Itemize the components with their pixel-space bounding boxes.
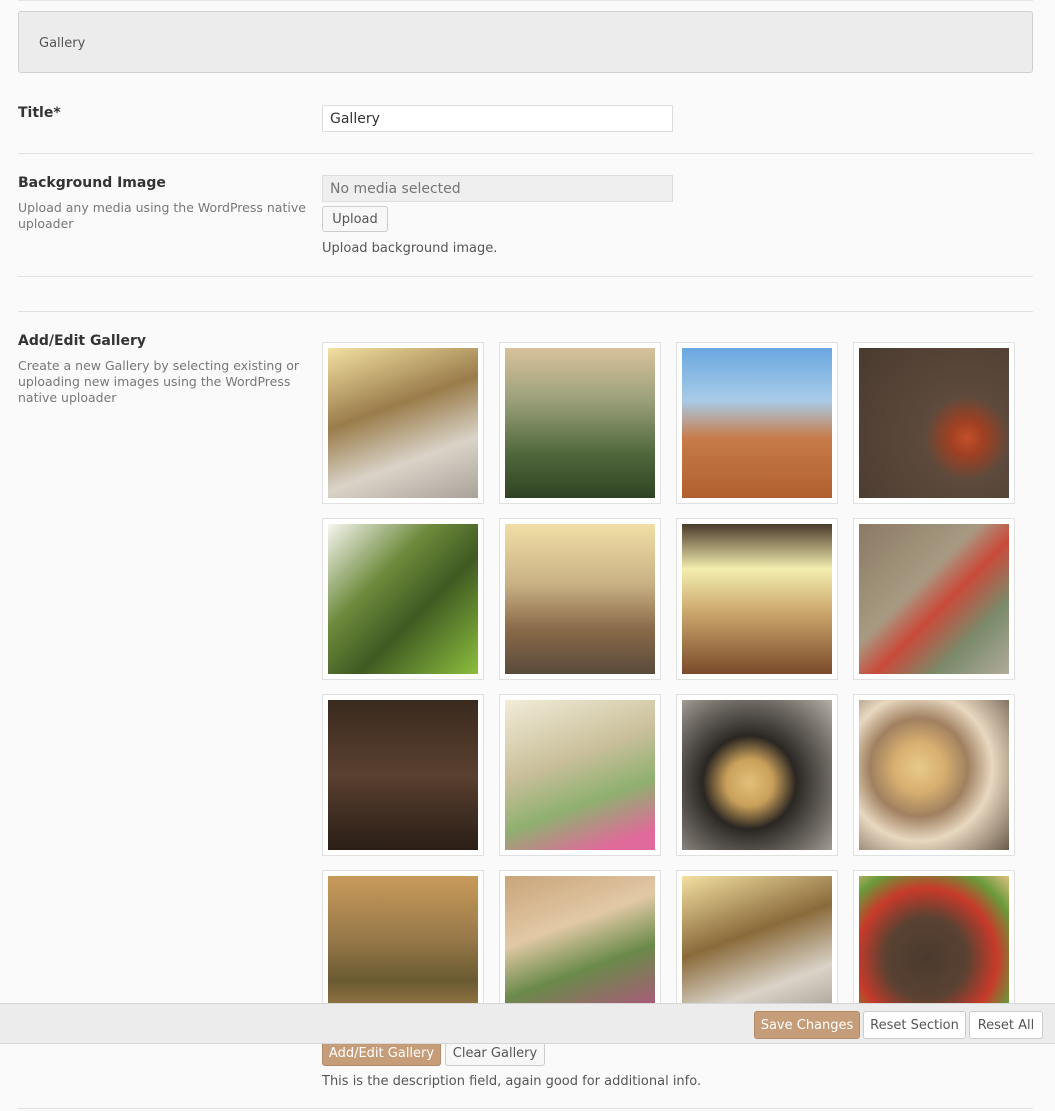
divider (18, 1108, 1033, 1109)
ponte-vecchio-image (505, 524, 655, 674)
outdoor-restaurant-image (682, 524, 832, 674)
section-header: Gallery (18, 11, 1033, 73)
divider (18, 311, 1033, 312)
reset-section-button[interactable]: Reset Section (863, 1011, 966, 1039)
gallery-grid (322, 342, 1022, 1042)
florence-skyline-image (682, 348, 832, 498)
gallery-thumbnail[interactable] (322, 342, 484, 504)
gallery-thumbnail[interactable] (853, 518, 1015, 680)
stone-street-flowers-image (859, 524, 1009, 674)
gallery-thumbnail[interactable] (853, 342, 1015, 504)
gallery-thumbnail[interactable] (322, 694, 484, 856)
top-divider (18, 0, 1033, 1)
gallery-thumbnail[interactable] (322, 518, 484, 680)
footer-action-bar: Save Changes Reset Section Reset All (0, 1003, 1055, 1044)
tuscan-hills-image (505, 348, 655, 498)
gallery-thumbnail[interactable] (499, 342, 661, 504)
gallery-thumbnail[interactable] (676, 342, 838, 504)
background-note: Upload background image. (322, 241, 498, 256)
upload-button[interactable]: Upload (322, 206, 388, 232)
background-image-label: Background Image (18, 175, 166, 191)
spices-grater-image (859, 348, 1009, 498)
divider (18, 153, 1033, 154)
gallery-thumbnail[interactable] (676, 694, 838, 856)
save-changes-button[interactable]: Save Changes (754, 1011, 860, 1039)
terrace-cafe-image (505, 700, 655, 850)
hummus-dish-image (859, 700, 1009, 850)
reset-all-button[interactable]: Reset All (969, 1011, 1043, 1039)
title-label: Title* (18, 105, 61, 121)
gallery-thumbnail[interactable] (499, 518, 661, 680)
gallery-thumbnail[interactable] (499, 694, 661, 856)
background-media-input[interactable] (322, 175, 673, 202)
section-title: Gallery (39, 36, 86, 51)
gallery-note: This is the description field, again goo… (322, 1074, 702, 1089)
gallery-thumbnail[interactable] (676, 518, 838, 680)
gallery-thumbnail[interactable] (853, 694, 1015, 856)
table-setting-image (328, 348, 478, 498)
pasta-pan-image (682, 700, 832, 850)
divider (18, 276, 1033, 277)
title-input[interactable] (322, 105, 673, 132)
bistecca-sign-image (328, 700, 478, 850)
background-image-description: Upload any media using the WordPress nat… (18, 200, 306, 231)
gallery-label: Add/Edit Gallery (18, 333, 147, 349)
gallery-description: Create a new Gallery by selecting existi… (18, 358, 300, 405)
vineyard-grapes-image (328, 524, 478, 674)
